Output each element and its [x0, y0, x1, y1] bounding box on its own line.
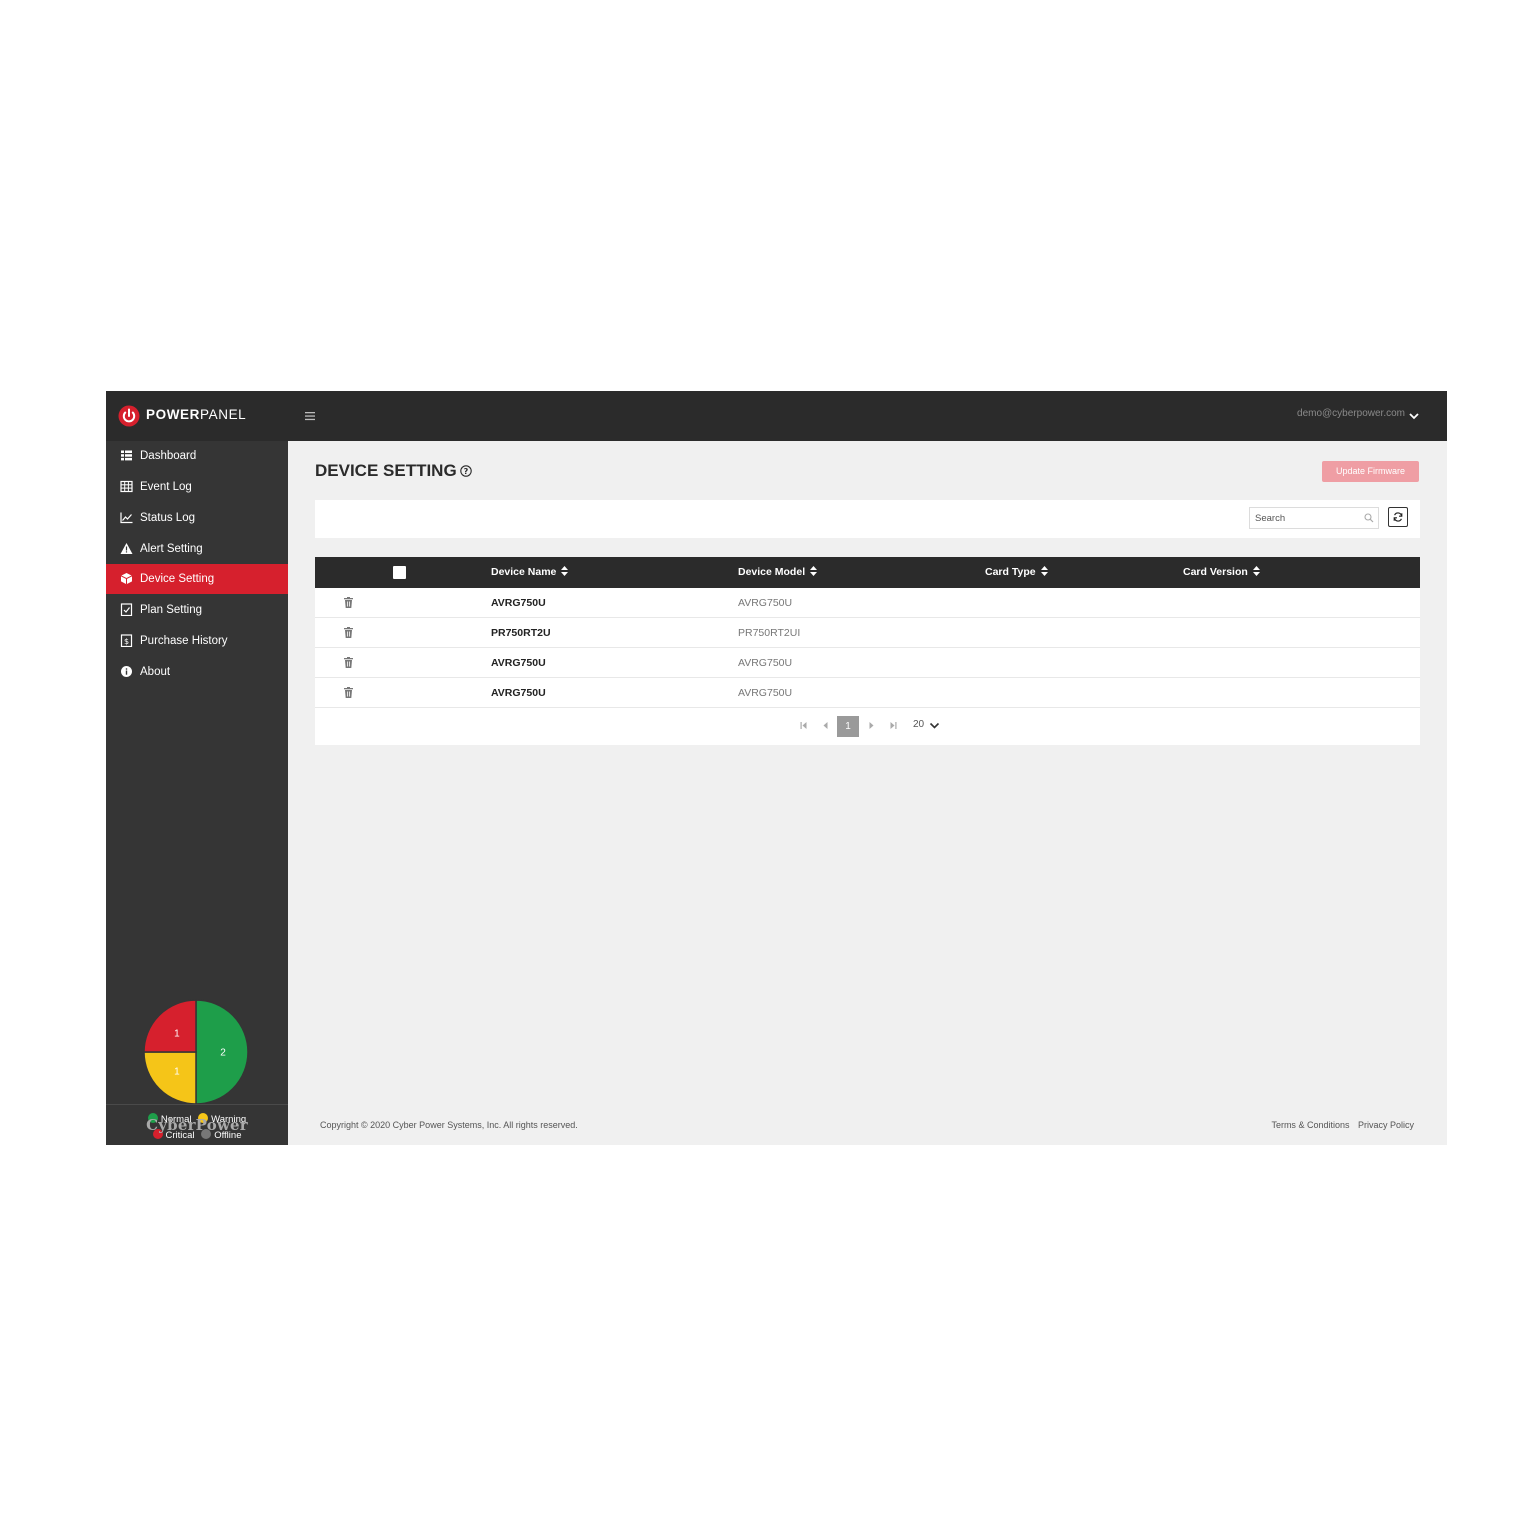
power-logo-icon — [118, 405, 140, 427]
last-page-icon[interactable] — [889, 721, 898, 730]
table-row[interactable]: AVRG750U AVRG750U — [315, 588, 1420, 618]
receipt-icon: $ — [120, 634, 133, 647]
sidebar-item-plan-setting[interactable]: Plan Setting — [106, 595, 288, 625]
first-page-icon[interactable] — [799, 721, 808, 730]
clipboard-icon — [120, 603, 133, 616]
sidebar-item-event-log[interactable]: Event Log — [106, 472, 288, 502]
help-icon[interactable]: ? — [459, 465, 472, 477]
column-header-card-version[interactable]: Card Version — [1183, 557, 1260, 588]
sort-icon — [561, 566, 569, 576]
sidebar-item-label: About — [140, 666, 171, 678]
sidebar-item-purchase-history[interactable]: $ Purchase History — [106, 626, 288, 656]
page-title: DEVICE SETTING ? — [315, 461, 472, 481]
table-header: Device Name Device Model Card Type Card … — [315, 557, 1420, 588]
sort-icon — [1040, 566, 1048, 576]
column-header-device-name[interactable]: Device Name — [491, 557, 569, 588]
update-firmware-button[interactable]: Update Firmware — [1322, 461, 1419, 482]
sidebar-item-label: Alert Setting — [140, 543, 203, 555]
device-model-cell: AVRG750U — [738, 597, 793, 609]
select-all-checkbox[interactable] — [393, 566, 406, 579]
status-pie-svg: 2 1 1 — [143, 999, 249, 1105]
trash-icon[interactable] — [344, 687, 353, 698]
refresh-icon — [1393, 512, 1403, 522]
sidebar-item-label: Plan Setting — [140, 604, 203, 616]
sidebar: Dashboard Event Log Status Log Alert Set… — [106, 441, 288, 1145]
page-size-select[interactable]: 20 — [913, 719, 924, 730]
cube-icon — [120, 573, 133, 585]
trash-icon[interactable] — [344, 627, 353, 638]
sidebar-item-device-setting[interactable]: Device Setting — [106, 564, 288, 594]
privacy-link[interactable]: Privacy Policy — [1358, 1120, 1414, 1130]
copyright-text: Copyright © 2020 Cyber Power Systems, In… — [320, 1120, 578, 1130]
device-name-cell: AVRG750U — [491, 657, 546, 669]
current-page-button[interactable]: 1 — [837, 716, 859, 737]
sidebar-item-status-log[interactable]: Status Log — [106, 503, 288, 533]
brand[interactable]: POWERPANEL — [106, 391, 288, 441]
sidebar-item-label: Device Setting — [140, 573, 215, 585]
line-chart-icon — [120, 512, 133, 524]
warning-icon — [120, 543, 133, 554]
terms-link[interactable]: Terms & Conditions — [1271, 1120, 1349, 1130]
trash-icon[interactable] — [344, 597, 353, 608]
top-bar: POWERPANEL demo@cyberpower.com — [106, 391, 1447, 441]
menu-toggle-icon[interactable] — [302, 407, 318, 425]
column-header-device-model[interactable]: Device Model — [738, 557, 818, 588]
pie-slice-critical[interactable] — [143, 999, 197, 1053]
info-icon — [121, 666, 132, 677]
device-model-cell: AVRG750U — [738, 687, 793, 699]
refresh-button[interactable] — [1388, 507, 1408, 527]
sidebar-item-label: Status Log — [140, 512, 195, 524]
user-menu[interactable]: demo@cyberpower.com — [1297, 408, 1421, 419]
chevron-down-icon[interactable] — [1407, 409, 1421, 423]
device-name-cell: AVRG750U — [491, 687, 546, 699]
chevron-down-icon[interactable] — [929, 720, 940, 731]
device-model-cell: PR750RT2UI — [738, 627, 801, 639]
next-page-icon[interactable] — [867, 721, 876, 730]
cyberpower-logo: CyberPower — [146, 1116, 248, 1134]
sidebar-item-label: Purchase History — [140, 635, 228, 647]
svg-text:?: ? — [463, 467, 468, 476]
brand-name: POWERPANEL — [146, 407, 247, 422]
pie-label-warning: 1 — [174, 1067, 180, 1078]
sidebar-item-label: Event Log — [140, 481, 192, 493]
table-row[interactable]: AVRG750U AVRG750U — [315, 678, 1420, 708]
pie-label-critical: 1 — [174, 1028, 180, 1039]
table-row[interactable]: PR750RT2U PR750RT2UI — [315, 618, 1420, 648]
status-pie-chart: 2 1 1 — [143, 999, 249, 1105]
column-header-card-type[interactable]: Card Type — [985, 557, 1048, 588]
device-model-cell: AVRG750U — [738, 657, 793, 669]
table-row[interactable]: AVRG750U AVRG750U — [315, 648, 1420, 678]
trash-icon[interactable] — [344, 657, 353, 668]
pie-label-normal: 2 — [220, 1048, 226, 1059]
user-email: demo@cyberpower.com — [1297, 408, 1405, 419]
sort-icon — [1252, 566, 1260, 576]
sort-icon — [810, 566, 818, 576]
sidebar-footer: CyberPower — [106, 1104, 288, 1145]
previous-page-icon[interactable] — [821, 721, 830, 730]
pagination: 1 20 — [315, 708, 1420, 745]
sidebar-item-about[interactable]: About — [106, 657, 288, 687]
dashboard-grid-icon — [121, 450, 132, 461]
device-name-cell: PR750RT2U — [491, 627, 551, 639]
sidebar-item-alert-setting[interactable]: Alert Setting — [106, 534, 288, 564]
sidebar-item-label: Dashboard — [140, 450, 197, 462]
table-icon — [120, 480, 133, 493]
sidebar-item-dashboard[interactable]: Dashboard — [106, 441, 288, 471]
app-window: POWERPANEL demo@cyberpower.com Dashboard — [106, 391, 1447, 1145]
device-name-cell: AVRG750U — [491, 597, 546, 609]
svg-text:$: $ — [124, 637, 129, 646]
device-table: Device Name Device Model Card Type Card … — [315, 557, 1420, 745]
pie-slice-warning[interactable] — [143, 1051, 197, 1105]
table-toolbar — [315, 500, 1420, 538]
footer-links: Terms & Conditions Privacy Policy — [1271, 1120, 1414, 1130]
search-input[interactable] — [1249, 507, 1379, 529]
search-icon — [1364, 513, 1374, 523]
